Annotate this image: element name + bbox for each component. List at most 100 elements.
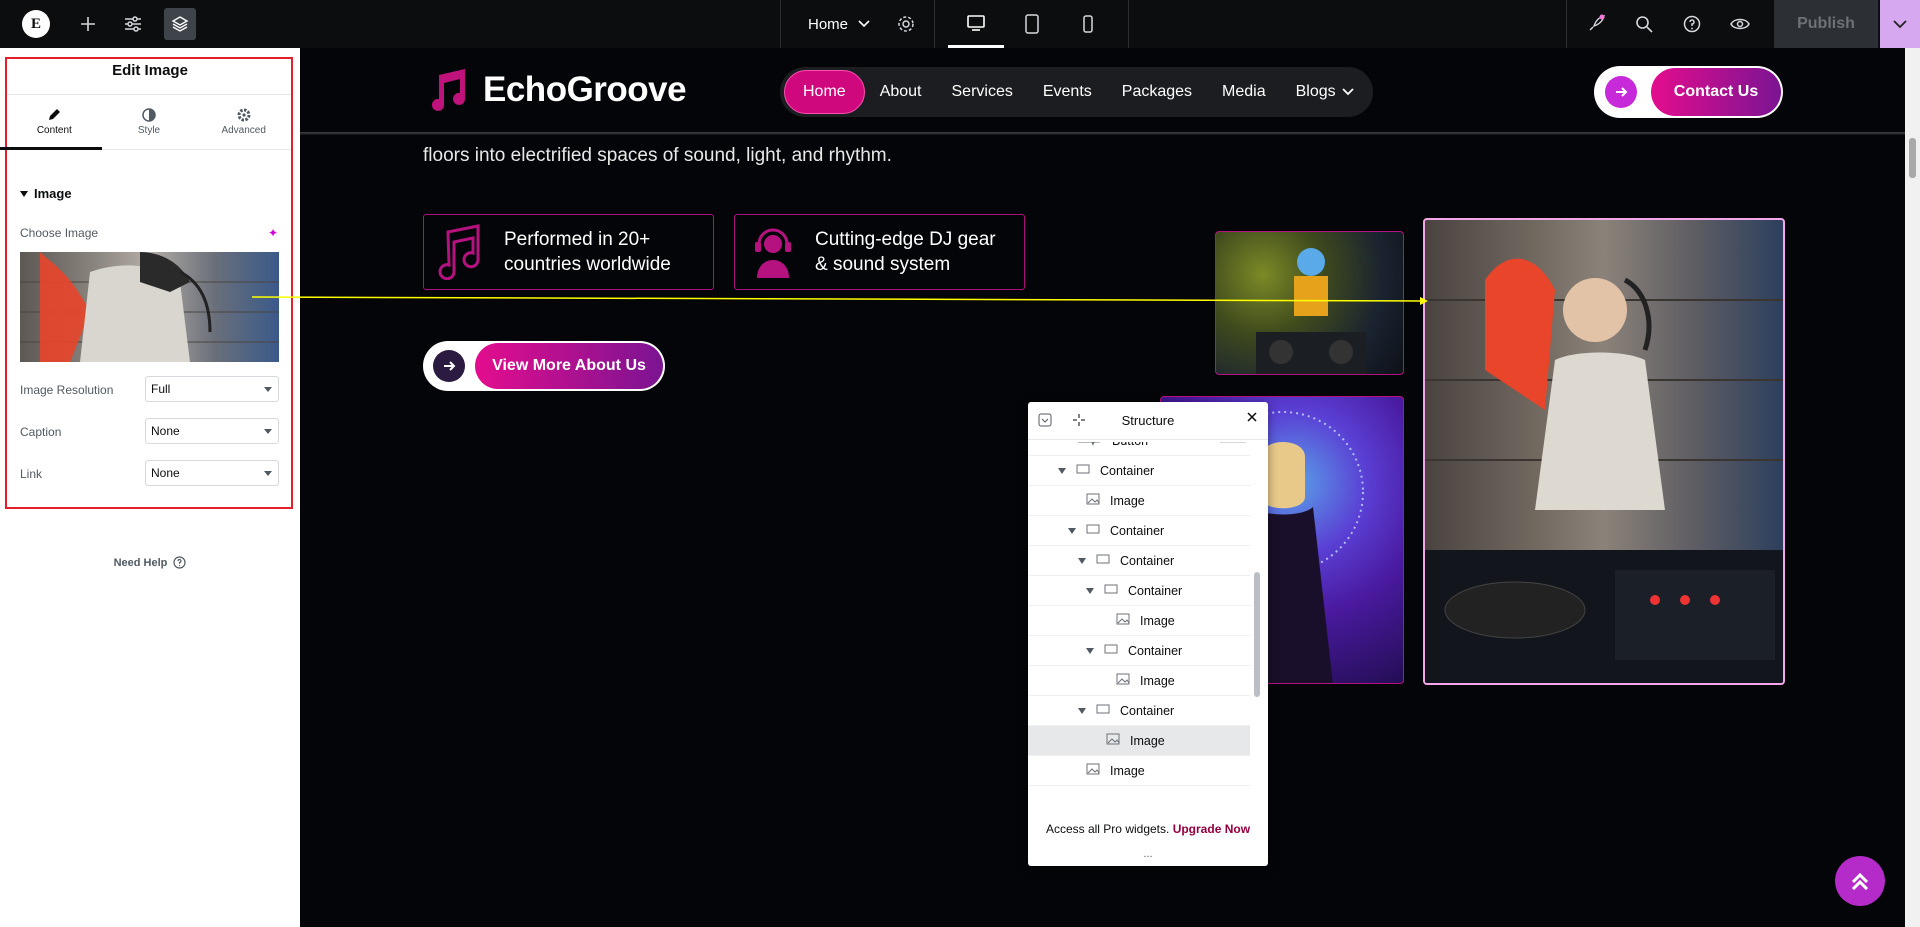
header-divider bbox=[300, 132, 1905, 135]
caret-down-icon bbox=[264, 387, 272, 392]
exit-badge[interactable]: EXIT bbox=[1220, 442, 1246, 443]
device-desktop-button[interactable] bbox=[948, 0, 1004, 48]
feature-line: Cutting-edge DJ gear bbox=[815, 229, 996, 250]
page-name: Home bbox=[808, 15, 849, 33]
add-element-button[interactable] bbox=[76, 12, 100, 36]
image-preview[interactable] bbox=[20, 252, 279, 362]
tab-label: Content bbox=[36, 125, 72, 136]
caret-down-icon[interactable] bbox=[1086, 587, 1094, 594]
need-help-link[interactable]: Need Help bbox=[0, 556, 300, 569]
ai-sparkle-icon[interactable]: ✦ bbox=[268, 226, 278, 240]
image-icon bbox=[1086, 493, 1100, 508]
music-notes-icon bbox=[438, 224, 480, 280]
close-icon[interactable] bbox=[1246, 411, 1258, 426]
dj-photo-small[interactable] bbox=[1215, 231, 1404, 375]
tab-style[interactable]: Style bbox=[102, 95, 197, 149]
need-help-label: Need Help bbox=[113, 556, 168, 569]
page-scrollbar[interactable] bbox=[1905, 48, 1920, 927]
tree-row[interactable]: Image bbox=[1028, 726, 1250, 756]
ai-sparkle-icon[interactable] bbox=[1072, 413, 1086, 430]
scrollbar-thumb[interactable] bbox=[1909, 138, 1916, 178]
tree-row[interactable]: Button EXIT bbox=[1028, 442, 1250, 456]
tree-row[interactable]: Image bbox=[1028, 486, 1250, 516]
add-icon bbox=[81, 17, 95, 31]
nav-services[interactable]: Services bbox=[937, 70, 1028, 114]
nav-blogs[interactable]: Blogs bbox=[1281, 70, 1369, 114]
publish-options-button[interactable] bbox=[1880, 0, 1920, 48]
tree-row[interactable]: Image bbox=[1028, 606, 1250, 636]
tree-row[interactable]: Container bbox=[1028, 636, 1250, 666]
tree-row[interactable]: Container bbox=[1028, 456, 1250, 486]
tree-row[interactable]: Container bbox=[1028, 576, 1250, 606]
tab-content[interactable]: Content bbox=[0, 95, 102, 150]
collapse-all-icon[interactable] bbox=[1038, 413, 1052, 430]
view-more-about-button[interactable]: View More About Us bbox=[423, 341, 665, 391]
site-settings-button[interactable] bbox=[120, 12, 146, 36]
tree-row[interactable]: Container bbox=[1028, 516, 1250, 546]
search-button[interactable] bbox=[1632, 12, 1656, 36]
panel-tabs: Content Style Advanced bbox=[0, 94, 291, 150]
caret-down-icon[interactable] bbox=[1068, 527, 1076, 534]
choose-image-label: Choose Image bbox=[20, 226, 99, 240]
tree-label: Container bbox=[1120, 553, 1175, 568]
nav-events[interactable]: Events bbox=[1028, 70, 1107, 114]
structure-tree: Button EXIT Container Image Container Contain… bbox=[1028, 442, 1250, 812]
chevron-down-icon bbox=[858, 20, 870, 28]
upgrade-now-link[interactable]: Upgrade Now bbox=[1173, 822, 1250, 836]
section-toggle-image[interactable]: Image bbox=[20, 186, 72, 201]
device-mobile-button[interactable] bbox=[1060, 0, 1116, 48]
photo-content bbox=[1256, 248, 1366, 374]
page-selector[interactable]: Home bbox=[798, 0, 870, 48]
tree-label: Container bbox=[1110, 523, 1165, 538]
tab-label: Style bbox=[137, 125, 161, 136]
elementor-logo-icon[interactable]: E bbox=[22, 10, 50, 38]
sliders-icon bbox=[125, 16, 141, 32]
brand-logo[interactable]: EchoGroove bbox=[423, 67, 687, 113]
tree-row[interactable]: Image bbox=[1028, 756, 1250, 786]
publish-button[interactable]: Publish bbox=[1774, 0, 1878, 48]
link-select[interactable]: None bbox=[145, 460, 279, 486]
tab-label: Advanced bbox=[221, 125, 266, 136]
caret-down-icon[interactable] bbox=[1086, 647, 1094, 654]
divider bbox=[780, 0, 781, 48]
preview-button[interactable] bbox=[1728, 12, 1752, 36]
back-to-top-button[interactable] bbox=[1835, 856, 1885, 906]
caret-down-icon[interactable] bbox=[1058, 467, 1066, 474]
feature-text: Performed in 20+ countries worldwide bbox=[504, 227, 671, 277]
section-title: Image bbox=[34, 186, 72, 201]
container-icon bbox=[1104, 643, 1118, 658]
caret-down-icon[interactable] bbox=[1078, 557, 1086, 564]
divider bbox=[1566, 0, 1567, 48]
tree-label: Container bbox=[1128, 583, 1183, 598]
contact-us-button[interactable]: Contact Us bbox=[1594, 66, 1783, 118]
rocket-icon bbox=[1589, 14, 1605, 31]
nav-blogs-label: Blogs bbox=[1295, 83, 1336, 100]
device-tablet-button[interactable] bbox=[1004, 0, 1060, 48]
nav-about[interactable]: About bbox=[865, 70, 937, 114]
caption-select[interactable]: None bbox=[145, 418, 279, 444]
structure-scrollbar[interactable] bbox=[1254, 572, 1260, 697]
whats-new-button[interactable] bbox=[1584, 12, 1608, 36]
page-settings-button[interactable] bbox=[894, 12, 918, 36]
upgrade-notice: Access all Pro widgets. Upgrade Now bbox=[1028, 822, 1268, 836]
image-resolution-select[interactable]: Full bbox=[145, 376, 279, 402]
gear-icon bbox=[898, 16, 914, 32]
tree-row[interactable]: Image bbox=[1028, 666, 1250, 696]
nav-packages[interactable]: Packages bbox=[1107, 70, 1207, 114]
dj-photo-selected[interactable] bbox=[1423, 218, 1785, 685]
resize-handle[interactable]: ... bbox=[1028, 848, 1268, 860]
help-button[interactable] bbox=[1680, 12, 1704, 36]
tree-label: Container bbox=[1100, 463, 1155, 478]
structure-button[interactable] bbox=[164, 8, 196, 40]
tree-row[interactable]: Container bbox=[1028, 546, 1250, 576]
photo-content bbox=[1425, 258, 1783, 683]
nav-media[interactable]: Media bbox=[1207, 70, 1281, 114]
nav-home[interactable]: Home bbox=[784, 70, 865, 114]
tree-row[interactable]: Container bbox=[1028, 696, 1250, 726]
tab-advanced[interactable]: Advanced bbox=[196, 95, 291, 149]
container-icon bbox=[1096, 553, 1110, 568]
feature-line: Performed in 20+ bbox=[504, 229, 651, 250]
caret-down-icon[interactable] bbox=[1078, 707, 1086, 714]
panel-title: Edit Image bbox=[112, 62, 188, 79]
image-icon bbox=[1086, 763, 1100, 778]
